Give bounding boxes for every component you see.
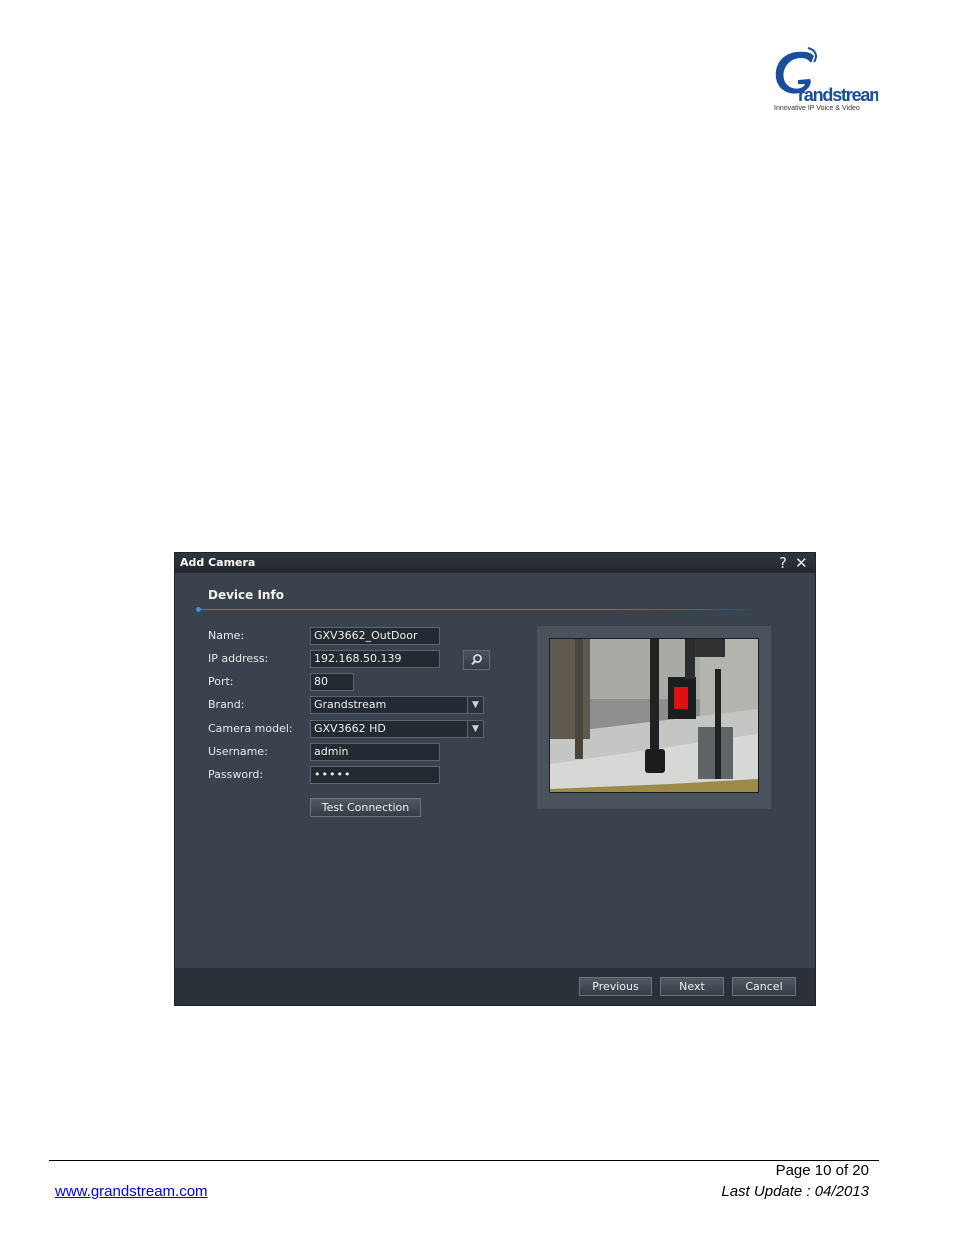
port-label: Port: (208, 675, 234, 688)
name-field[interactable]: GXV3662_OutDoor (310, 627, 440, 645)
password-field[interactable]: ••••• (310, 766, 440, 784)
close-icon[interactable]: ✕ (795, 554, 808, 572)
brand-label: Brand: (208, 698, 245, 711)
camera-preview-panel (537, 626, 771, 809)
section-divider (197, 609, 753, 610)
svg-text:randstream: randstream (798, 85, 878, 105)
brand-select[interactable]: Grandstream ▼ (310, 696, 484, 714)
dialog-title: Add Camera (180, 556, 256, 569)
section-title: Device Info (208, 588, 284, 602)
dialog-footer: Previous Next Cancel (175, 968, 815, 1005)
chevron-down-icon: ▼ (467, 721, 483, 737)
ip-label: IP address: (208, 652, 269, 665)
cancel-button[interactable]: Cancel (732, 977, 796, 996)
username-label: Username: (208, 745, 268, 758)
svg-text:Innovative IP Voice & Video: Innovative IP Voice & Video (774, 105, 860, 112)
brand-select-value: Grandstream (314, 698, 387, 711)
ip-address-field[interactable]: 192.168.50.139 (310, 650, 440, 668)
help-icon[interactable]: ? (779, 554, 787, 572)
camera-model-select[interactable]: GXV3662 HD ▼ (310, 720, 484, 738)
search-button[interactable] (463, 650, 490, 670)
magnifier-icon (471, 654, 482, 666)
camera-model-select-value: GXV3662 HD (314, 722, 386, 735)
port-field[interactable]: 80 (310, 673, 354, 691)
name-label: Name: (208, 629, 245, 642)
next-button[interactable]: Next (660, 977, 724, 996)
page-number: Page 10 of 20 (775, 1162, 869, 1179)
username-field[interactable]: admin (310, 743, 440, 761)
grandstream-logo: randstream Innovative IP Voice & Video (768, 46, 878, 116)
section-indicator (196, 607, 201, 612)
model-label: Camera model: (208, 722, 293, 735)
add-camera-dialog: Add Camera ? ✕ Device Info Name: IP addr… (174, 552, 816, 1006)
last-update: Last Update : 04/2013 (721, 1183, 869, 1200)
dialog-titlebar: Add Camera ? ✕ (175, 553, 815, 573)
website-link[interactable]: www.grandstream.com (55, 1183, 208, 1200)
footer-rule (49, 1160, 879, 1161)
chevron-down-icon: ▼ (467, 697, 483, 713)
camera-preview-image (549, 638, 759, 793)
password-label: Password: (208, 768, 264, 781)
test-connection-button[interactable]: Test Connection (310, 798, 421, 817)
previous-button[interactable]: Previous (579, 977, 652, 996)
